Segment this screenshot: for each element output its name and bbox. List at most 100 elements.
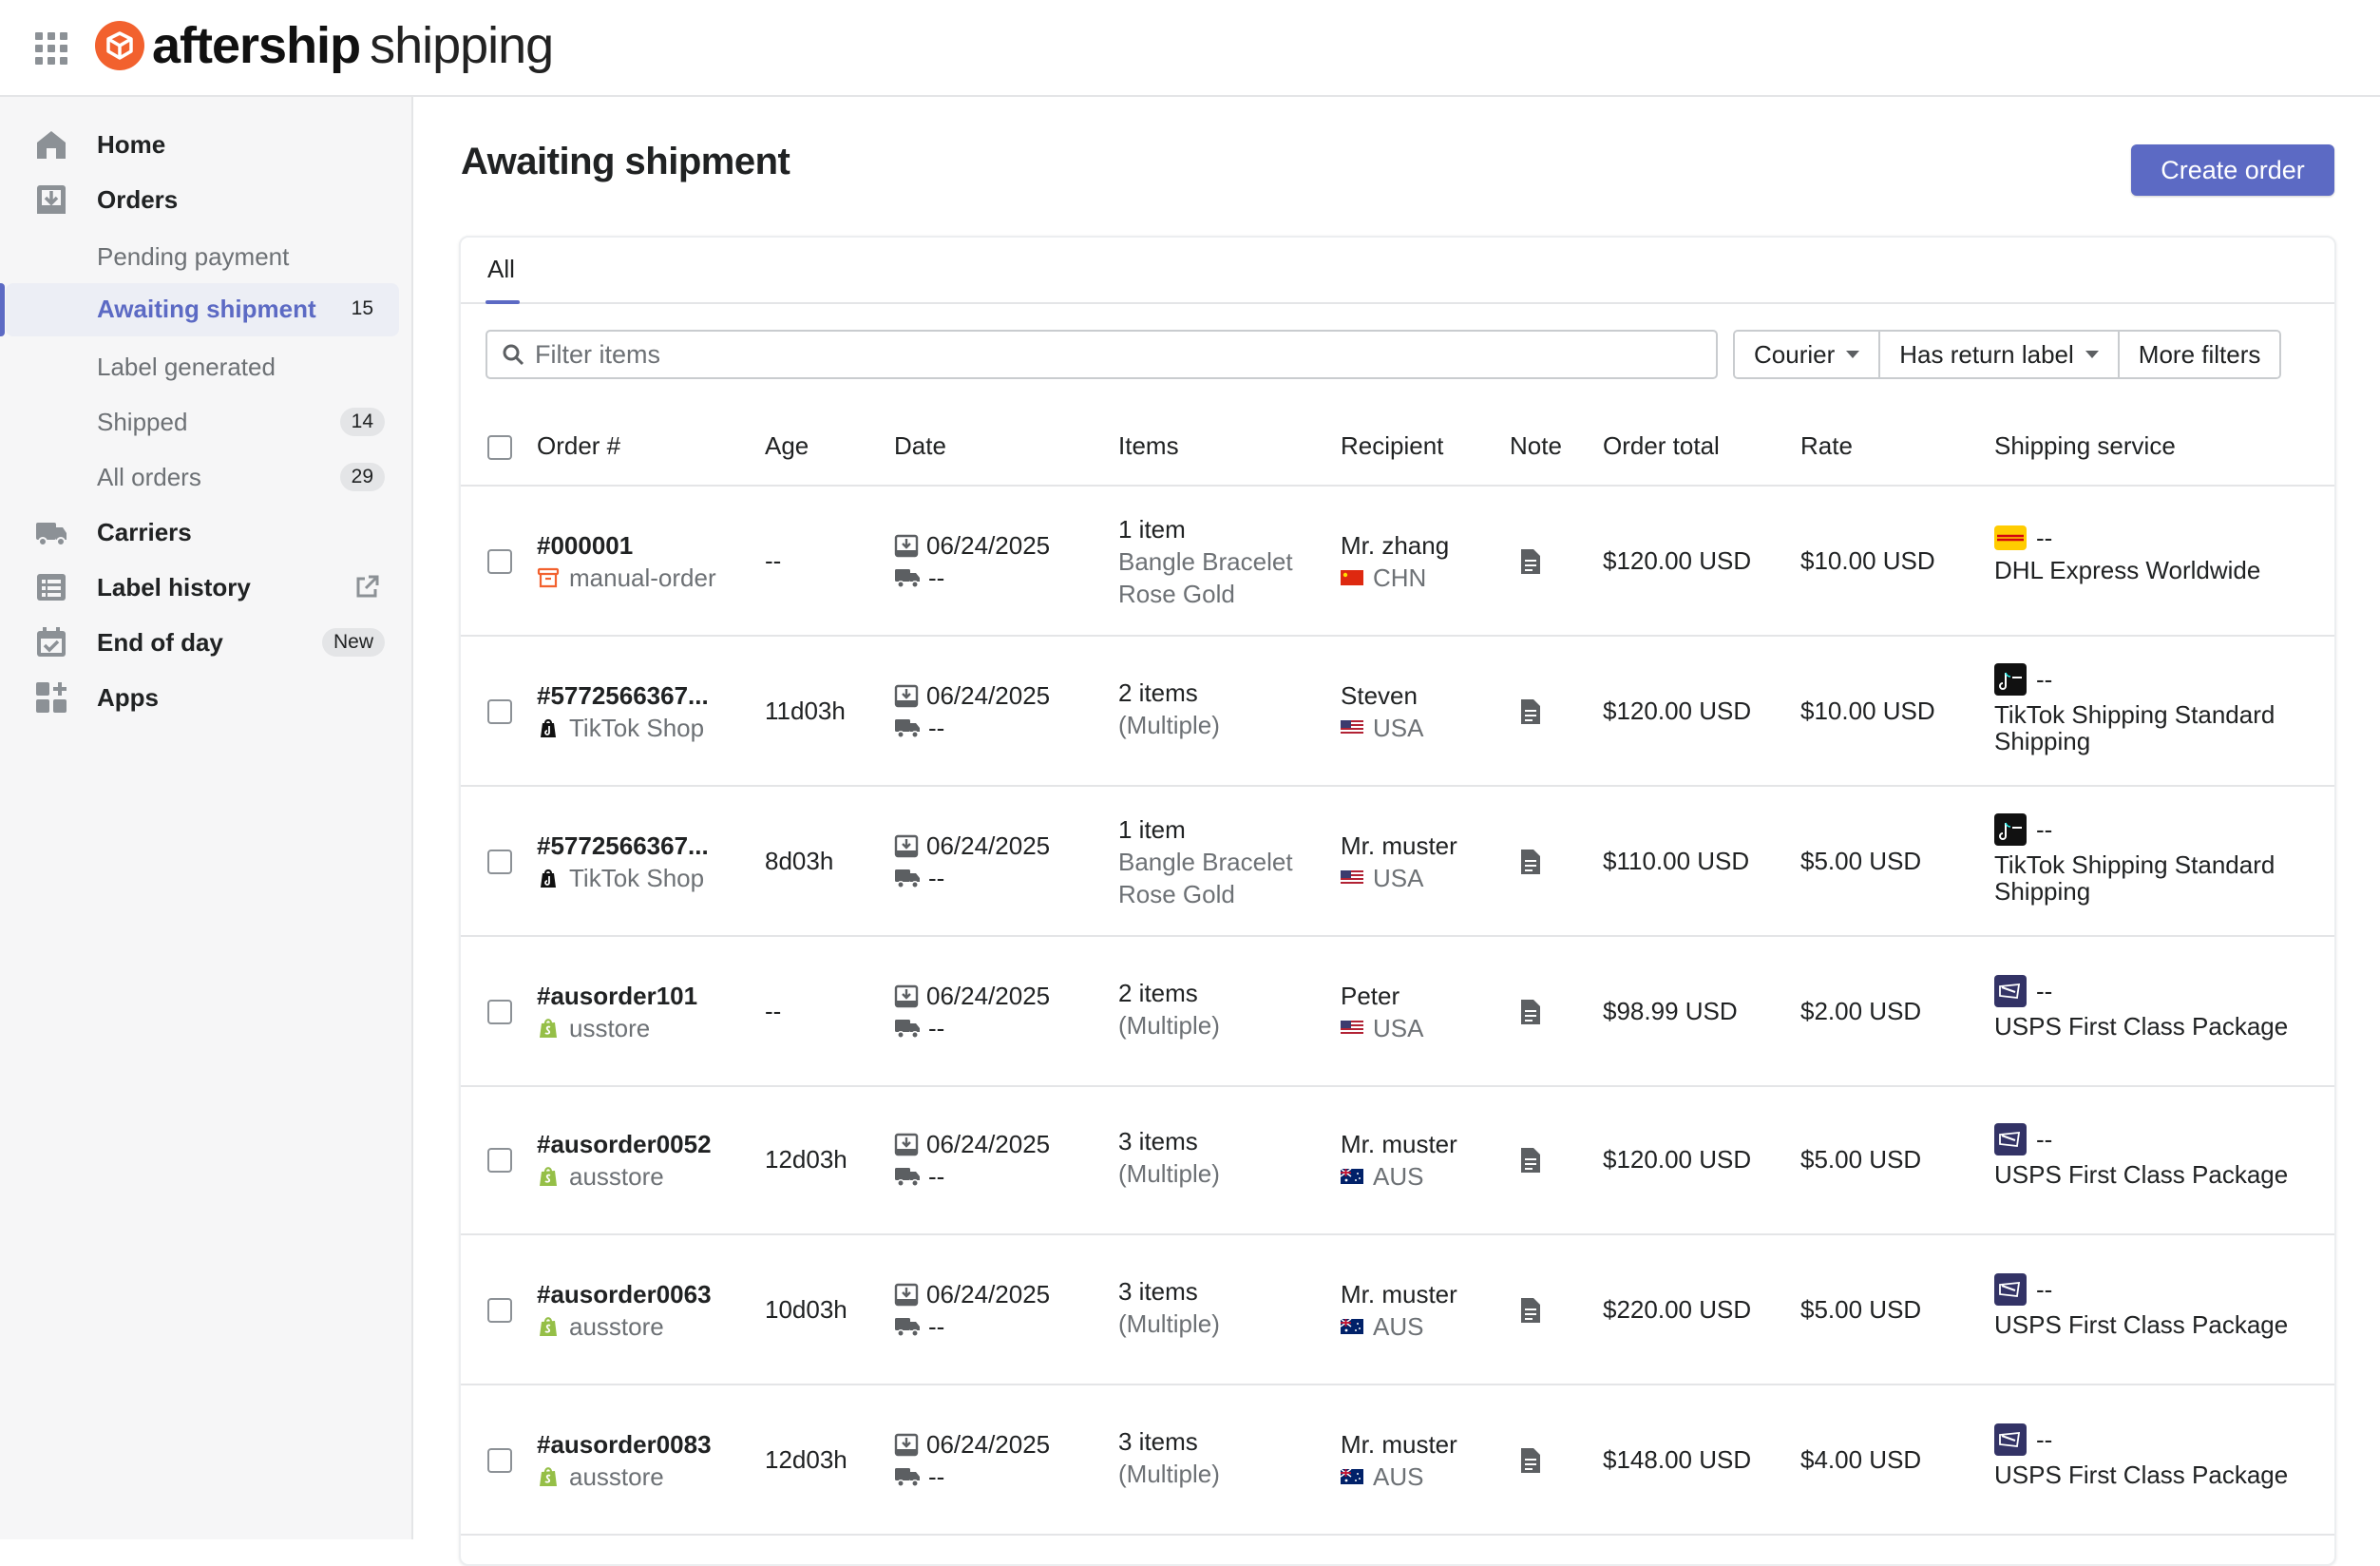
shipping-service-name: DHL Express Worldwide [1994,556,2261,584]
shipping-service-name: TikTok Shipping Standard [1994,850,2275,879]
orders-icon [37,185,66,214]
order-date: 06/24/2025 [926,831,1051,860]
sidebar-item-shipped[interactable]: Shipped 14 [0,397,413,447]
note-button[interactable] [1519,1447,1542,1480]
courier-filter-button[interactable]: Courier [1735,332,1881,377]
sidebar-item-end-of-day[interactable]: End of day New [0,618,413,667]
table-row[interactable]: #5772566367... TikTok Shop 8d03h 06/24/2025… [461,787,2334,937]
row-checkbox[interactable] [487,549,512,574]
column-header[interactable]: Recipient [1341,431,1443,461]
note-icon [1521,549,1540,574]
shipping-date-icon [895,1318,920,1337]
order-number-link[interactable]: #000001 [537,529,716,562]
sidebar-item-all-orders[interactable]: All orders 29 [0,452,413,502]
column-header[interactable]: Order # [537,431,620,461]
order-source: ausstore [569,1162,664,1191]
truck-icon [36,523,67,546]
column-header[interactable]: Items [1118,431,1179,461]
usps-logo-icon [1994,1123,2027,1155]
more-filters-button[interactable]: More filters [2119,332,2280,377]
filter-items-input[interactable]: Filter items [486,330,1718,379]
sidebar-item-label: Label generated [97,352,276,381]
brand-name: aftership [152,17,361,74]
items-count[interactable]: 3 items [1118,1125,1220,1157]
order-number-link[interactable]: #ausorder0083 [537,1428,712,1461]
note-button[interactable] [1519,1147,1542,1180]
external-link-icon[interactable] [353,574,380,601]
items-count[interactable]: 1 item [1118,513,1293,545]
items-count[interactable]: 3 items [1118,1425,1220,1458]
sidebar-item-label-history[interactable]: Label history [0,563,413,612]
app-launcher-icon[interactable] [35,32,67,65]
sidebar-item-carriers[interactable]: Carriers [0,507,413,557]
sidebar-item-apps[interactable]: Apps [0,673,413,722]
table-row[interactable]: #ausorder0063 ausstore 10d03h 06/24/2025 -- 3… [461,1235,2334,1385]
row-checkbox[interactable] [487,850,512,874]
table-row[interactable]: #ausorder0052 ausstore 12d03h 06/24/2025 -- 3… [461,1085,2334,1235]
caret-down-icon [1846,351,1860,358]
row-checkbox[interactable] [487,1298,512,1323]
sidebar-item-home[interactable]: Home [0,120,413,169]
carrier-placeholder: -- [2036,1275,2053,1304]
order-number-link[interactable]: #ausorder0052 [537,1128,712,1160]
order-number-link[interactable]: #ausorder101 [537,980,697,1012]
sidebar-item-awaiting-shipment[interactable]: Awaiting shipment 15 [0,283,413,336]
ship-date: -- [928,563,945,592]
create-order-button[interactable]: Create order [2131,144,2334,196]
order-source: ausstore [569,1462,664,1491]
sidebar-item-label: Shipped [97,407,188,436]
sidebar-item-label-generated[interactable]: Label generated [0,342,413,392]
sidebar-item-label: Apps [97,682,159,712]
items-detail: (Multiple) [1118,1309,1220,1338]
sidebar-item-label: End of day [97,627,223,657]
row-checkbox[interactable] [487,1448,512,1473]
sidebar-item-orders[interactable]: Orders [0,175,413,224]
sidebar-item-pending-payment[interactable]: Pending payment [0,232,413,281]
note-button[interactable] [1519,999,1542,1032]
row-checkbox[interactable] [487,1148,512,1173]
table-row[interactable]: #ausorder0083 ausstore 12d03h 06/24/2025 -- 3… [461,1385,2334,1536]
recipient-country: CHN [1373,563,1427,592]
order-number-link[interactable]: #5772566367... [537,679,709,712]
column-header[interactable]: Date [894,431,946,461]
items-count[interactable]: 1 item [1118,813,1293,846]
table-row[interactable]: #ausorder101 usstore -- 06/24/2025 -- 2 items… [461,937,2334,1087]
items-count[interactable]: 2 items [1118,977,1220,1009]
note-button[interactable] [1519,698,1542,732]
table-row[interactable]: #000001 manual-order -- 06/24/2025 -- 1 item B… [461,487,2334,637]
new-badge: New [321,628,385,657]
tiktok-shipping-logo-icon [1994,663,2027,696]
main-content: Awaiting shipment Create order All Filte… [415,97,2380,1566]
brand-logo[interactable]: aftership shipping [95,20,554,71]
column-header[interactable]: Shipping service [1994,431,2176,461]
return-label-filter-button[interactable]: Has return label [1880,332,2120,377]
column-header[interactable]: Age [765,431,809,461]
column-header[interactable]: Note [1510,431,1562,461]
order-number-link[interactable]: #5772566367... [537,830,709,862]
column-header[interactable]: Order total [1603,431,1720,461]
shipping-rate: $2.00 USD [1800,997,1922,1025]
note-button[interactable] [1519,849,1542,882]
recipient-country: USA [1373,1014,1424,1042]
tab-all[interactable]: All [487,255,515,284]
usps-logo-icon [1994,1273,2027,1306]
column-header[interactable]: Rate [1800,431,1853,461]
select-all-checkbox[interactable] [487,435,512,460]
row-checkbox[interactable] [487,699,512,724]
usa-flag-icon [1341,870,1363,886]
table-header: Order # Age Date Items Recipient Note Or… [461,409,2334,487]
table-row[interactable]: #5772566367... TikTok Shop 11d03h 06/24/202… [461,637,2334,787]
shipping-date-icon [895,1468,920,1487]
carrier-placeholder: -- [2036,665,2053,694]
search-icon [503,344,524,366]
note-button[interactable] [1519,1297,1542,1330]
note-icon [1521,1448,1540,1473]
order-number-link[interactable]: #ausorder0063 [537,1278,712,1310]
items-count[interactable]: 3 items [1118,1275,1220,1308]
note-button[interactable] [1519,548,1542,582]
china-flag-icon [1341,570,1363,585]
carrier-placeholder: -- [2036,815,2053,844]
top-bar: aftership shipping [0,0,2380,97]
items-count[interactable]: 2 items [1118,677,1220,709]
row-checkbox[interactable] [487,1000,512,1024]
